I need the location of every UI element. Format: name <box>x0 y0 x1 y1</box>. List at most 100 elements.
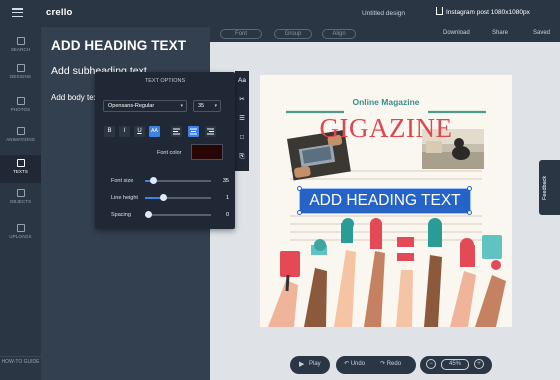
slider-knob[interactable] <box>149 177 157 184</box>
font-size-slider-row: Font size 35 <box>111 176 229 186</box>
add-heading-text[interactable]: ADD HEADING TEXT <box>51 38 186 53</box>
slider-knob[interactable] <box>160 194 168 201</box>
canvas-toolbar: Font Group Align Download Share Saved <box>210 27 560 42</box>
slider-label: Font size <box>111 178 134 184</box>
sidebar-item-texts[interactable]: TEXTS <box>0 155 41 183</box>
sidebar-item-label: DESIGNS <box>10 74 31 79</box>
slider-label: Line height <box>111 195 138 201</box>
magazine-label[interactable]: Online Magazine <box>260 97 512 107</box>
font-size-select[interactable]: 35 ▾ <box>193 100 221 112</box>
sidebar: SEARCH DESIGNS PHOTOS ANIMATIONS TEXTS O… <box>0 27 41 380</box>
text-options-popup: TEXT OPTIONS Opensans-Regular ▾ 35 ▾ B I U… <box>95 72 235 229</box>
resize-handle-tr[interactable] <box>467 186 472 191</box>
saved-status: Saved <box>533 30 551 36</box>
align-left-button[interactable] <box>171 126 182 137</box>
italic-button[interactable]: I <box>119 126 130 137</box>
delete-icon[interactable]: ⎘ <box>235 147 249 166</box>
document-title[interactable]: Untitled design <box>362 10 405 17</box>
sidebar-item-designs[interactable]: DESIGNS <box>0 64 41 86</box>
top-bar: crello Untitled design Instagram post 10… <box>0 0 560 27</box>
align-right-icon <box>207 128 214 135</box>
sidebar-item-photos[interactable]: PHOTOS <box>0 97 41 119</box>
app-logo: crello <box>46 7 73 18</box>
zoom-out-icon[interactable]: − <box>426 359 436 369</box>
underline-button[interactable]: U <box>134 126 145 137</box>
undo-label: Undo <box>350 361 366 367</box>
sidebar-item-search[interactable]: SEARCH <box>0 37 41 59</box>
undo-icon: ↶ <box>344 361 350 367</box>
sidebar-item-label: UPLOADS <box>9 234 32 239</box>
font-style-icon[interactable]: Aa <box>235 71 249 90</box>
undo-pill-label: Font <box>234 31 247 37</box>
download-button[interactable]: Download <box>443 30 470 36</box>
cut-icon[interactable]: ✂ <box>235 90 249 109</box>
bold-button[interactable]: B <box>104 126 115 137</box>
align-center-icon <box>190 128 197 135</box>
font-size-value: 35 <box>198 103 205 109</box>
resize-handle-tl[interactable] <box>297 186 302 191</box>
text-options-title: TEXT OPTIONS <box>144 78 186 84</box>
font-size-slider[interactable] <box>145 177 211 184</box>
resize-handle-br[interactable] <box>467 210 472 215</box>
sidebar-item-objects[interactable]: OBJECTS <box>0 189 41 215</box>
feedback-tab[interactable]: Feedback <box>539 160 560 215</box>
font-color-swatch[interactable] <box>191 144 223 160</box>
texts-icon <box>16 159 25 167</box>
spacing-slider-row: Spacing 0 <box>111 210 229 220</box>
slider-value: 0 <box>225 212 229 218</box>
sidebar-item-label: SEARCH <box>10 47 31 52</box>
selected-heading-text[interactable]: ADD HEADING TEXT <box>299 188 471 214</box>
sidebar-item-label: OBJECTS <box>9 199 32 204</box>
menu-icon[interactable] <box>12 8 23 18</box>
photos-icon <box>16 97 25 105</box>
sidebar-item-animations[interactable]: ANIMATIONS <box>0 125 41 151</box>
feedback-label: Feedback <box>542 175 548 200</box>
canvas-area: Aa ✂ ☰ □ ⎘ Online Magazine GIGAZINE ADD … <box>210 42 560 380</box>
text-tools-strip: Aa ✂ ☰ □ ⎘ <box>235 71 249 171</box>
design-title[interactable]: GIGAZINE <box>260 113 512 144</box>
duplicate-icon[interactable]: □ <box>235 128 249 147</box>
chevron-down-icon: ▾ <box>180 103 183 109</box>
align-left-icon <box>173 128 180 135</box>
howto-guide-button[interactable]: HOW-TO GUIDE <box>0 356 41 365</box>
font-family-value: Opensans-Regular <box>108 103 155 109</box>
uppercase-button[interactable]: AA <box>149 126 160 137</box>
design-canvas[interactable]: Online Magazine GIGAZINE ADD HEADING TEX… <box>260 75 512 327</box>
font-family-select[interactable]: Opensans-Regular ▾ <box>103 100 187 112</box>
align-pill-label: Align <box>332 31 346 37</box>
undo-button[interactable]: ↶ Undo <box>344 360 365 367</box>
align-pill[interactable]: Align <box>322 29 356 39</box>
sidebar-item-label: PHOTOS <box>10 107 31 112</box>
play-label: Play <box>309 361 321 367</box>
play-button[interactable]: ▶ Play <box>290 356 330 374</box>
zoom-controls: − 45% + <box>420 356 492 374</box>
redo-label: Redo <box>386 361 402 367</box>
line-height-slider-row: Line height 1 <box>111 193 229 203</box>
format-button[interactable]: Instagram post 1080x1080px <box>436 7 530 16</box>
redo-icon: ↷ <box>380 361 386 367</box>
redo-button[interactable]: ↷ Redo <box>380 360 401 367</box>
align-right-button[interactable] <box>205 126 216 137</box>
spacing-slider[interactable] <box>145 211 211 218</box>
undo-pill[interactable]: Font <box>220 29 262 39</box>
group-pill[interactable]: Group <box>274 29 312 39</box>
slider-knob[interactable] <box>145 211 153 218</box>
align-center-button[interactable] <box>188 126 199 137</box>
search-icon <box>16 37 25 45</box>
share-button[interactable]: Share <box>492 30 508 36</box>
add-body-text[interactable]: Add body text <box>51 93 100 102</box>
zoom-in-icon[interactable]: + <box>474 359 484 369</box>
format-label: Instagram post 1080x1080px <box>446 9 530 16</box>
group-pill-label: Group <box>284 31 302 37</box>
resize-icon <box>436 7 443 15</box>
line-height-slider[interactable] <box>145 194 211 201</box>
resize-handle-bl[interactable] <box>297 210 302 215</box>
zoom-level[interactable]: 45% <box>441 359 469 370</box>
font-color-label: Font color <box>157 150 182 156</box>
uploads-icon <box>16 224 25 232</box>
objects-icon <box>16 189 25 197</box>
slider-label: Spacing <box>111 212 131 218</box>
sidebar-item-uploads[interactable]: UPLOADS <box>0 224 41 248</box>
slider-value: 35 <box>222 178 229 184</box>
layers-icon[interactable]: ☰ <box>235 109 249 128</box>
